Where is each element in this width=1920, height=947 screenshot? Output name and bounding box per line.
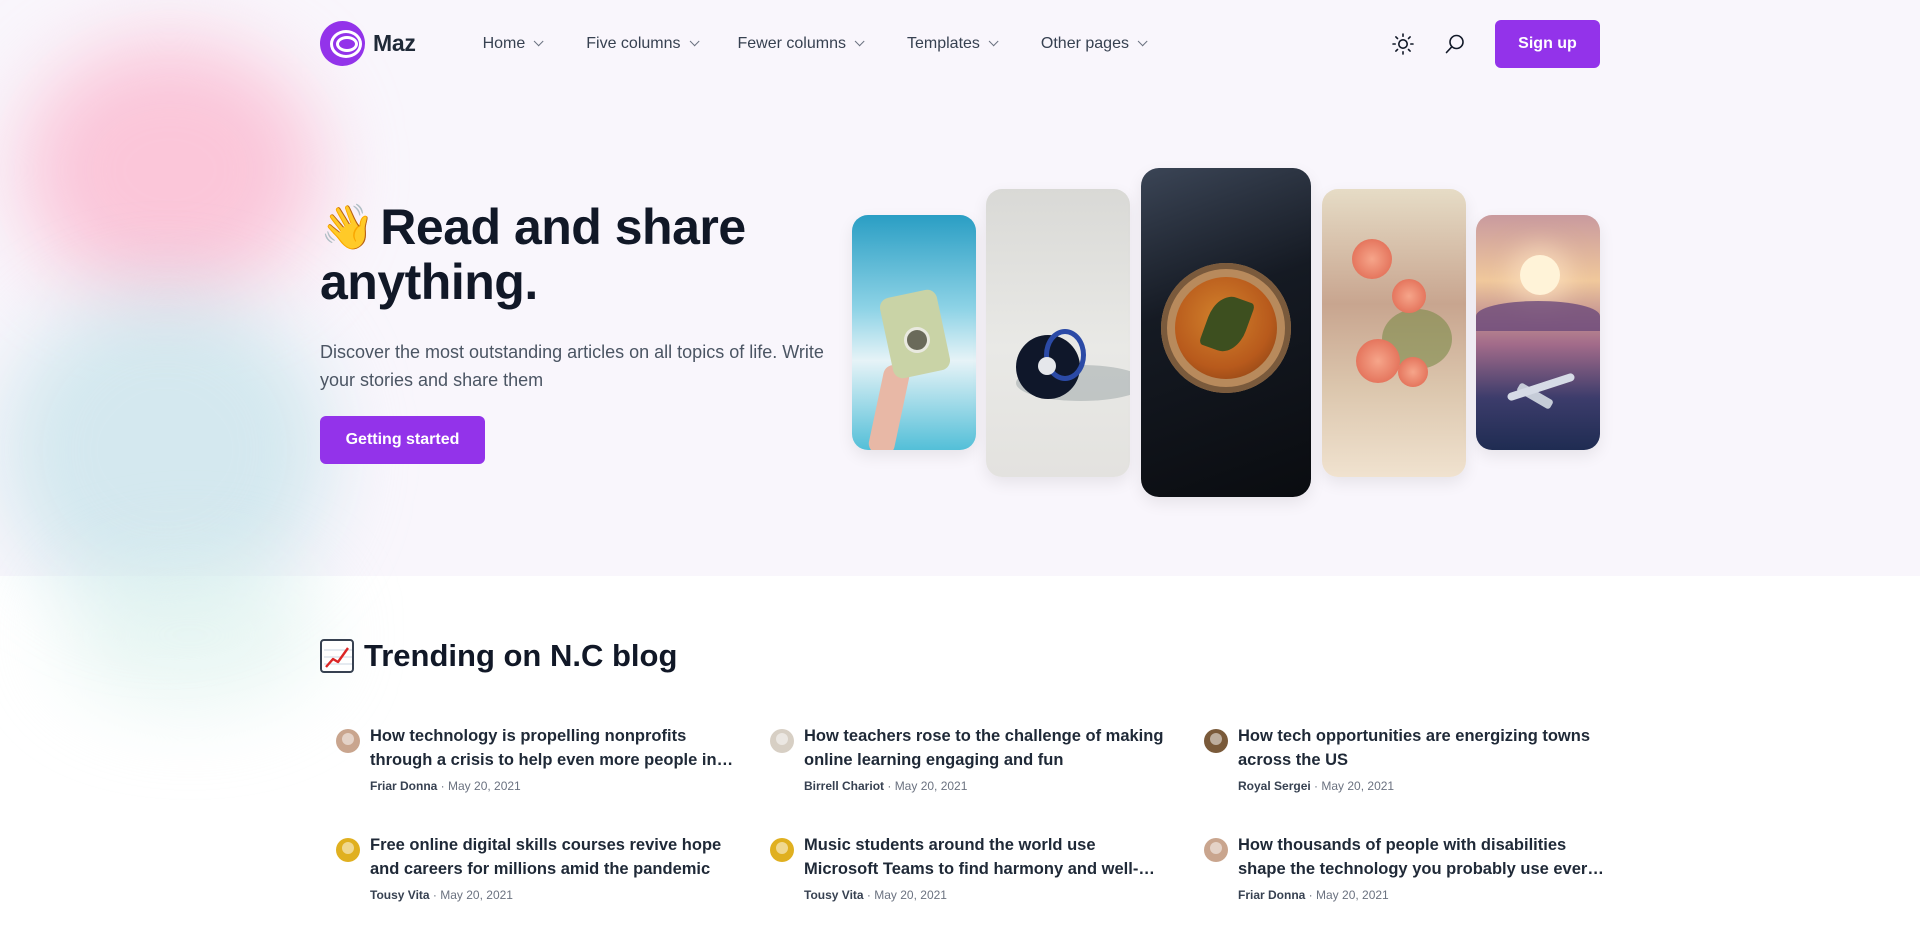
hero-title: 👋 Read and share anything. [320,200,840,310]
author-name[interactable]: Tousy Vita [370,888,430,902]
post-date: May 20, 2021 [874,888,947,902]
nav-item-label: Fewer columns [737,34,846,52]
avatar [770,729,794,753]
hero-description: Discover the most outstanding articles o… [320,342,824,390]
sun-shape [1520,255,1560,295]
chevron-down-icon [854,36,865,47]
sun-icon [1392,32,1414,55]
trending-item[interactable]: How tech opportunities are energizing to… [1188,724,1622,793]
site-header: Maz Home Five columns Fewer columns Temp… [320,0,1600,87]
post-date: May 20, 2021 [440,888,513,902]
rose-shape [1356,339,1400,383]
trending-item-meta: Royal Sergei · May 20, 2021 [1238,779,1395,793]
trending-item-meta: Tousy Vita · May 20, 2021 [370,888,513,902]
theme-toggle-button[interactable] [1386,27,1420,61]
chart-line-icon [324,647,352,668]
header-actions: Sign up [1386,19,1600,68]
logo-icon [320,21,365,66]
main-nav: Home Five columns Fewer columns Template… [483,25,1190,63]
sign-up-button[interactable]: Sign up [1495,19,1600,68]
trending-list: How technology is propelling nonprofits … [320,724,1600,902]
post-date: May 20, 2021 [894,779,968,793]
author-name[interactable]: Tousy Vita [804,888,864,902]
author-name[interactable]: Friar Donna [370,779,437,793]
post-date: May 20, 2021 [1321,779,1395,793]
chevron-down-icon [1137,36,1148,47]
trending-item-title[interactable]: Music students around the world use Micr… [804,833,1174,881]
hero-section: 👋 Read and share anything. Discover the m… [320,200,840,464]
trending-heading: Trending on N.C blog [320,638,1600,674]
post-date: May 20, 2021 [448,779,521,793]
decorative-blob-mint [60,560,320,710]
trending-item[interactable]: How teachers rose to the challenge of ma… [754,724,1188,793]
rose-shape [1352,239,1392,279]
author-name[interactable]: Birrell Chariot [804,779,884,793]
chevron-down-icon [533,36,544,47]
nav-item-five-columns[interactable]: Five columns [586,25,700,63]
hero-image-speaker[interactable] [986,189,1130,477]
rose-shape [1392,279,1426,313]
nav-item-label: Five columns [586,34,681,52]
avatar [1204,729,1228,753]
search-icon [1445,34,1464,53]
chevron-down-icon [689,36,700,47]
trending-item-title[interactable]: How teachers rose to the challenge of ma… [804,724,1174,772]
trending-item-meta: Tousy Vita · May 20, 2021 [804,888,947,902]
trending-item[interactable]: Free online digital skills courses reviv… [320,833,754,902]
avatar [1204,838,1228,862]
post-date: May 20, 2021 [1316,888,1389,902]
search-button[interactable] [1438,27,1472,61]
rose-shape [1398,357,1428,387]
nav-item-label: Other pages [1040,34,1129,52]
waving-hand-icon: 👋 [320,203,375,252]
logo-text: Maz [373,30,416,56]
trending-item-title[interactable]: How technology is propelling nonprofits … [370,724,740,772]
author-name[interactable]: Friar Donna [1238,888,1305,902]
nav-item-label: Home [482,34,526,52]
speaker-dot-shape [1038,357,1056,375]
logo[interactable]: Maz [320,21,416,66]
island-shape [1476,301,1600,331]
nav-item-fewer-columns[interactable]: Fewer columns [737,25,865,63]
trending-item-title[interactable]: How tech opportunities are energizing to… [1238,724,1608,772]
trending-item-title[interactable]: How thousands of people with disabilitie… [1238,833,1608,881]
nav-item-home[interactable]: Home [482,25,544,63]
avatar [770,838,794,862]
trending-item[interactable]: How thousands of people with disabilitie… [1188,833,1622,902]
trending-item-meta: Birrell Chariot · May 20, 2021 [804,779,968,793]
hero-image-soup[interactable] [1141,168,1311,497]
avatar [336,838,360,862]
hero-title-text: Read and share anything. [320,199,746,310]
hero-image-camera[interactable] [852,215,976,450]
nav-item-label: Templates [906,34,980,52]
chart-increasing-icon [320,639,354,673]
hero-image-airplane-sunset[interactable] [1476,215,1600,450]
trending-item-meta: Friar Donna · May 20, 2021 [1238,888,1389,902]
trending-title: Trending on N.C blog [364,638,678,673]
chevron-down-icon [988,36,999,47]
author-name[interactable]: Royal Sergei [1238,779,1311,793]
trending-item[interactable]: How technology is propelling nonprofits … [320,724,754,793]
trending-item[interactable]: Music students around the world use Micr… [754,833,1188,902]
avatar [336,729,360,753]
nav-item-templates[interactable]: Templates [906,25,999,63]
hero-image-roses[interactable] [1322,189,1466,477]
decorative-blob-pink [20,40,320,300]
getting-started-button[interactable]: Getting started [320,416,485,464]
nav-item-other-pages[interactable]: Other pages [1040,25,1148,63]
trending-item-title[interactable]: Free online digital skills courses reviv… [370,833,740,881]
trending-item-meta: Friar Donna · May 20, 2021 [370,779,521,793]
